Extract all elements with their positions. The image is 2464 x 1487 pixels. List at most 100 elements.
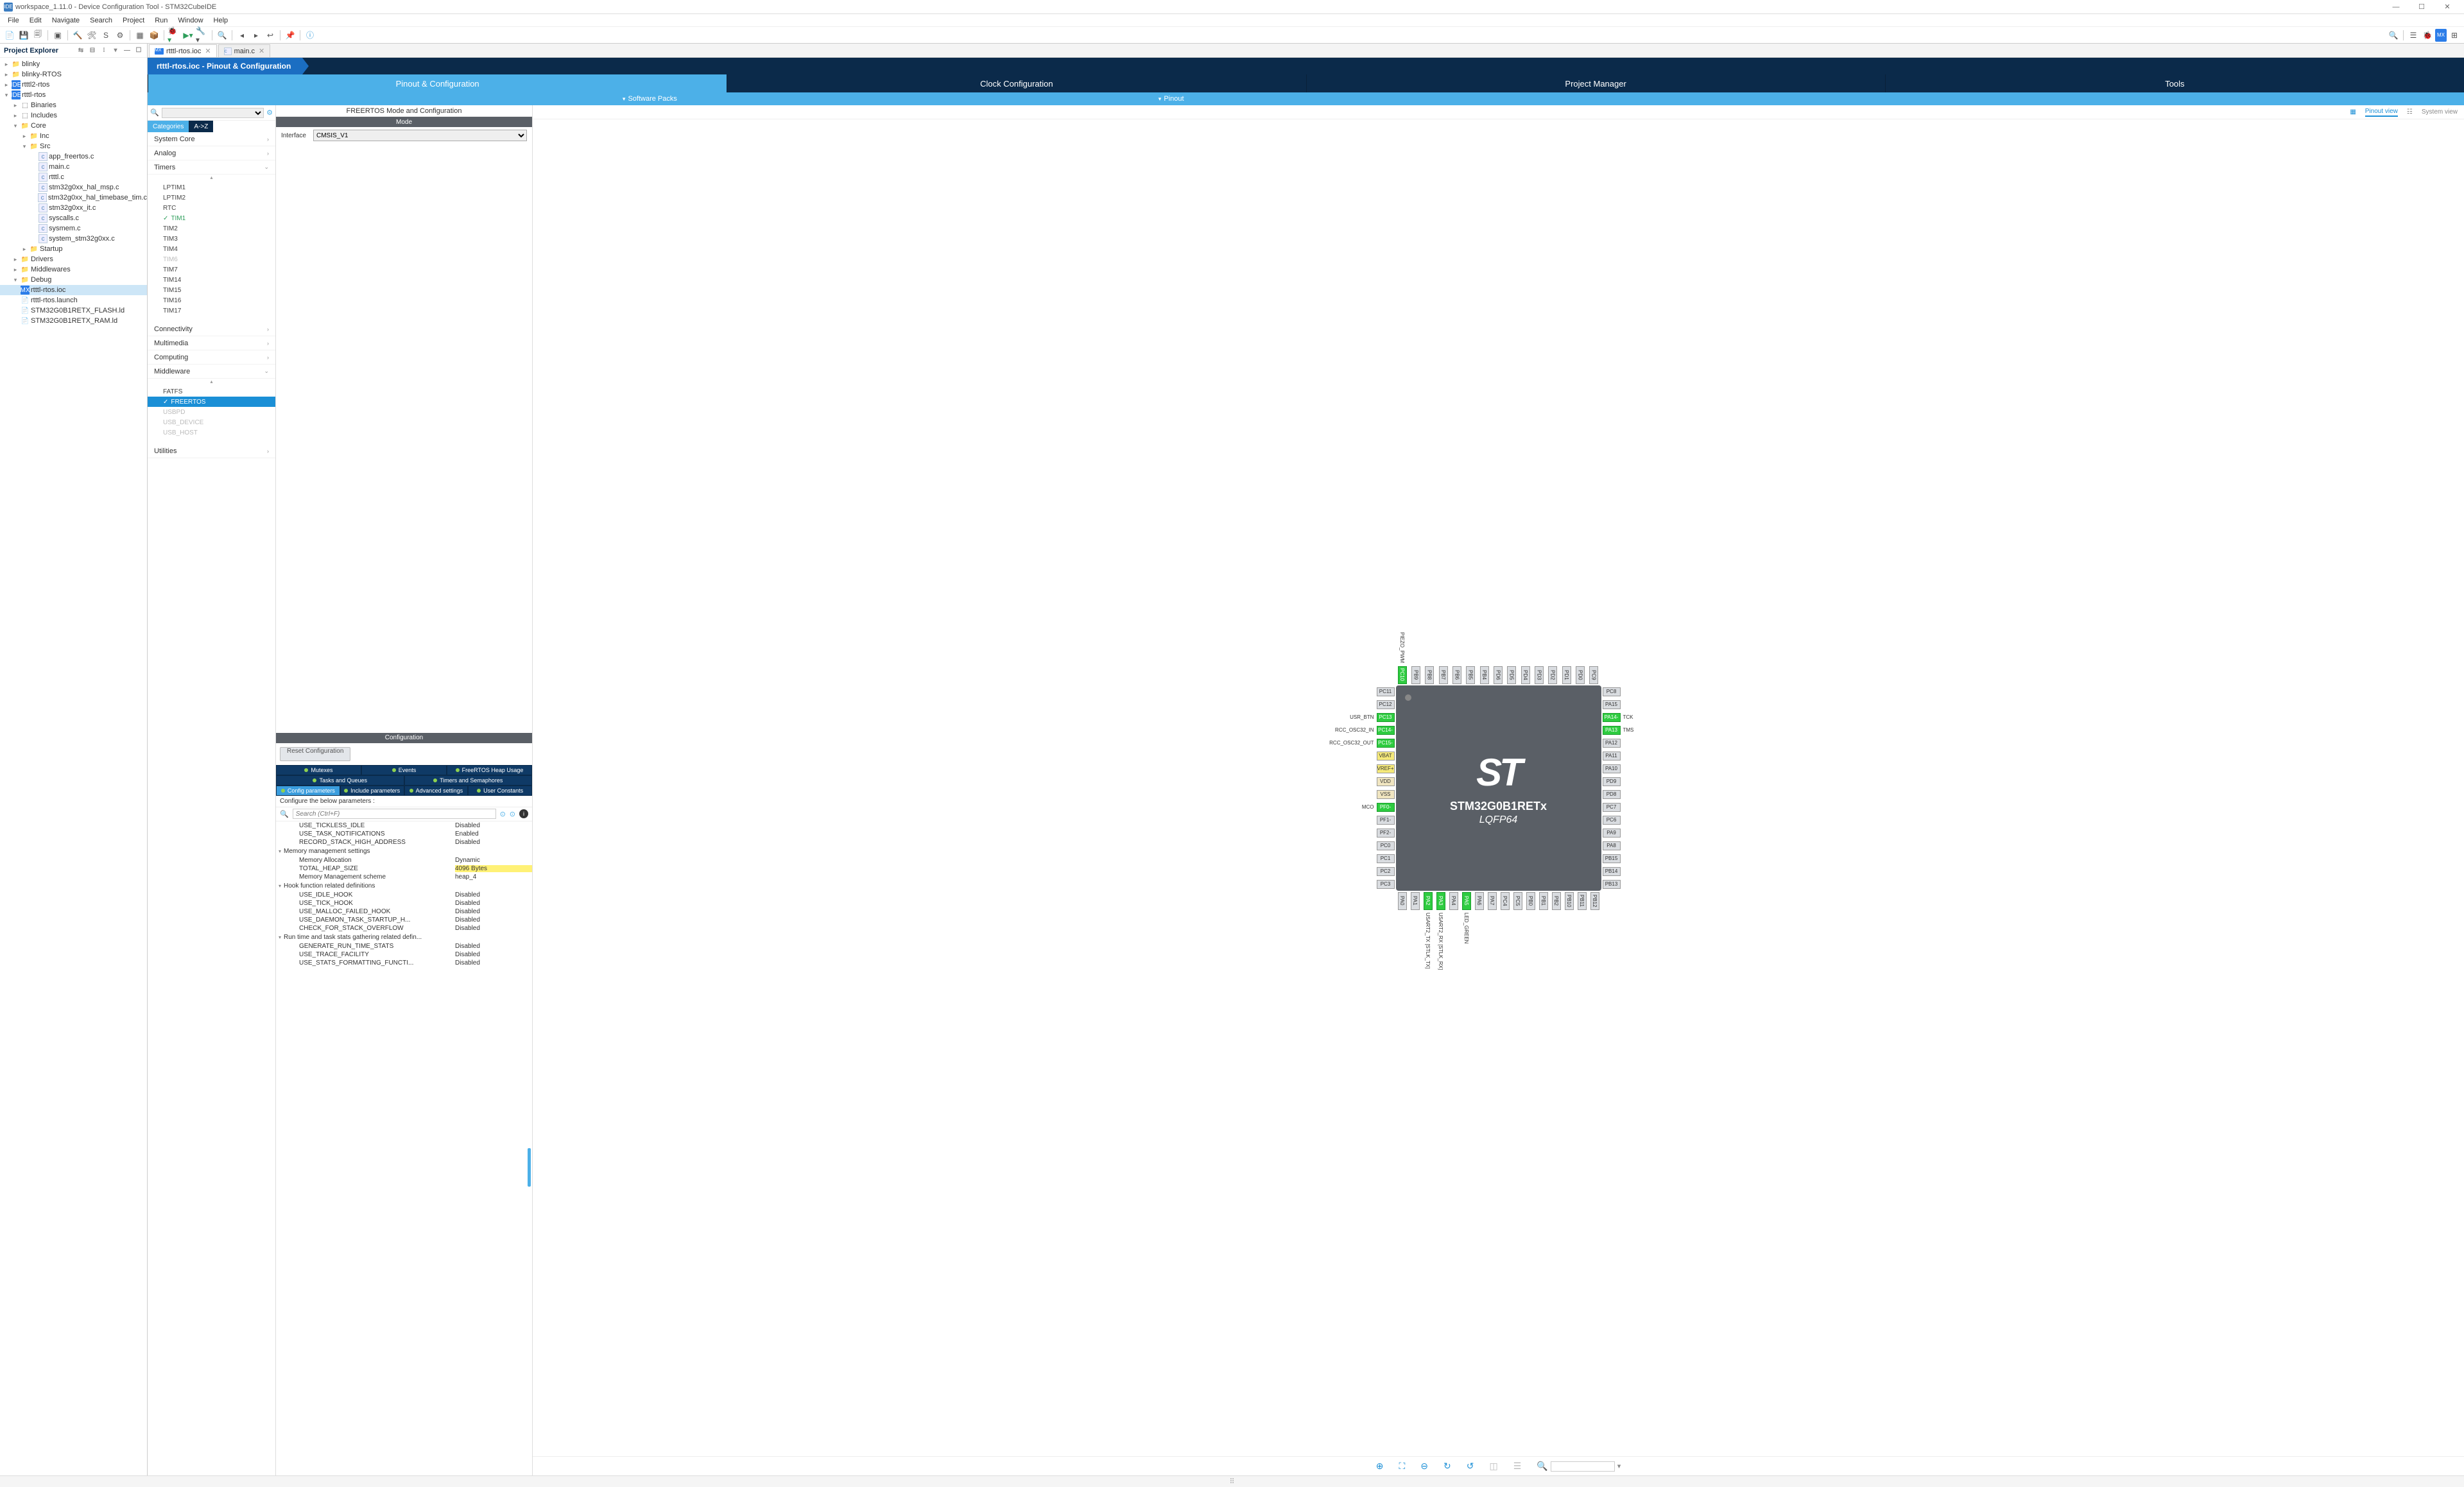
package-icon[interactable]: 📦 <box>148 29 160 42</box>
tree-item[interactable]: ▸📁blinky-RTOS <box>0 69 147 80</box>
menu-window[interactable]: Window <box>173 17 208 24</box>
expand-icon[interactable]: ▸ <box>12 266 19 273</box>
editor-tab[interactable]: MXrtttl-rtos.ioc✕ <box>149 44 217 57</box>
category-item[interactable]: USBPD <box>148 407 275 417</box>
config-subtab[interactable]: Include parameters <box>340 786 404 796</box>
param-group[interactable]: Hook function related definitions <box>276 881 532 891</box>
layout-icon[interactable]: ◫ <box>1489 1461 1497 1472</box>
category-item[interactable]: TIM3 <box>148 234 275 244</box>
rotate-ccw-icon[interactable]: ↺ <box>1467 1461 1474 1472</box>
pin[interactable]: PA4 <box>1449 892 1458 910</box>
config-tab[interactable]: Clock Configuration <box>727 74 1305 92</box>
scrollbar-thumb[interactable] <box>528 1148 531 1187</box>
category-item[interactable]: USB_HOST <box>148 427 275 438</box>
pin[interactable]: PD6 <box>1494 666 1503 684</box>
drag-handle-icon[interactable]: ⠿ <box>1229 1477 1234 1486</box>
tools-icon[interactable]: 🛠 <box>85 29 98 42</box>
category-group[interactable]: Analog› <box>148 146 275 160</box>
pin[interactable]: VDD <box>1377 777 1395 786</box>
pin[interactable]: RCC_OSC32_INPC14- <box>1332 726 1394 735</box>
pin[interactable]: PB8 <box>1425 666 1434 684</box>
param-row[interactable]: USE_IDLE_HOOKDisabled <box>276 891 532 899</box>
tree-item[interactable]: csystem_stm32g0xx.c <box>0 234 147 244</box>
param-row[interactable]: RECORD_STACK_HIGH_ADDRESSDisabled <box>276 838 532 847</box>
expand-icon[interactable]: ▸ <box>21 133 28 140</box>
tree-item[interactable]: 📄STM32G0B1RETX_RAM.ld <box>0 316 147 326</box>
pin[interactable]: PA5LED_GREEN <box>1462 892 1471 946</box>
param-prev-icon[interactable]: ⊙ <box>500 810 506 818</box>
pin[interactable]: PC3 <box>1377 880 1395 889</box>
tree-item[interactable]: ▸📁Drivers <box>0 254 147 264</box>
tree-item[interactable]: 📄rtttl-rtos.launch <box>0 295 147 305</box>
collapse-icon[interactable]: ▴ <box>148 379 275 386</box>
param-search-input[interactable] <box>293 809 496 819</box>
category-group[interactable]: Connectivity› <box>148 322 275 336</box>
tree-item[interactable]: ▸⬚Includes <box>0 110 147 121</box>
category-item[interactable]: LPTIM2 <box>148 193 275 203</box>
filter-icon[interactable]: ⁝ <box>99 46 108 55</box>
category-group[interactable]: System Core› <box>148 132 275 146</box>
expand-icon[interactable]: ▸ <box>12 102 19 109</box>
config-subtab[interactable]: User Constants <box>468 786 532 796</box>
a-z-tab[interactable]: A->Z <box>189 121 213 132</box>
category-item[interactable]: FATFS <box>148 386 275 397</box>
pin[interactable]: PD3 <box>1535 666 1544 684</box>
tree-item[interactable]: cstm32g0xx_hal_timebase_tim.c <box>0 193 147 203</box>
pin[interactable]: PB6 <box>1452 666 1461 684</box>
pin[interactable]: PA6 <box>1475 892 1484 910</box>
category-item[interactable]: TIM17 <box>148 305 275 316</box>
pin[interactable]: PC9 <box>1589 666 1598 684</box>
category-group[interactable]: Timers⌄ <box>148 160 275 175</box>
pin[interactable]: PB12 <box>1590 892 1599 910</box>
tree-item[interactable]: ▸⬚Binaries <box>0 100 147 110</box>
build-icon[interactable]: 🔨 <box>71 29 84 42</box>
tree-item[interactable]: ▾IDErtttl-rtos <box>0 90 147 100</box>
tree-item[interactable]: ▸IDErtttl2-rtos <box>0 80 147 90</box>
chip-icon[interactable]: ▦ <box>134 29 146 42</box>
interface-select[interactable]: CMSIS_V1 <box>313 130 527 141</box>
collapse-icon[interactable]: ▴ <box>148 175 275 182</box>
param-row[interactable]: USE_TICK_HOOKDisabled <box>276 899 532 907</box>
config-subtab[interactable]: Events <box>361 765 447 775</box>
system-view-tab[interactable]: System view <box>2422 108 2458 116</box>
pin[interactable]: PA9 <box>1603 829 1621 838</box>
config-subtab[interactable]: Tasks and Queues <box>276 775 404 786</box>
pin[interactable]: PF1- <box>1377 816 1395 825</box>
search-icon[interactable]: 🔍 <box>280 810 289 818</box>
pin[interactable]: PB9 <box>1411 666 1420 684</box>
param-row[interactable]: USE_DAEMON_TASK_STARTUP_H...Disabled <box>276 916 532 924</box>
category-item[interactable]: TIM6 <box>148 254 275 264</box>
pin[interactable]: PB11 <box>1578 892 1587 910</box>
pin-search-input[interactable] <box>1551 1461 1615 1472</box>
pin[interactable]: PB4 <box>1480 666 1489 684</box>
rotate-cw-icon[interactable]: ↻ <box>1443 1461 1451 1472</box>
expand-icon[interactable]: ▸ <box>3 82 10 89</box>
tree-item[interactable]: MXrtttl-rtos.ioc <box>0 285 147 295</box>
tree-item[interactable]: crtttl.c <box>0 172 147 182</box>
pin[interactable]: PA2USART2_TX [STLK_TX] <box>1424 892 1433 971</box>
debug-icon[interactable]: 🐞▾ <box>168 29 180 42</box>
tree-item[interactable]: capp_freertos.c <box>0 151 147 162</box>
param-group[interactable]: Run time and task stats gathering relate… <box>276 933 532 942</box>
param-row[interactable]: USE_MALLOC_FAILED_HOOKDisabled <box>276 907 532 916</box>
stack-icon[interactable]: ☰ <box>1513 1461 1522 1472</box>
expand-icon[interactable]: ▸ <box>21 246 28 253</box>
pin[interactable]: PB13 <box>1603 880 1621 889</box>
pin[interactable]: USR_BTNPC13 <box>1347 713 1394 722</box>
expand-icon[interactable]: ▸ <box>12 256 19 263</box>
tree-item[interactable]: 📄STM32G0B1RETX_FLASH.ld <box>0 305 147 316</box>
param-row[interactable]: GENERATE_RUN_TIME_STATSDisabled <box>276 942 532 950</box>
collapse-all-icon[interactable]: ⊟ <box>88 46 97 55</box>
param-row[interactable]: TOTAL_HEAP_SIZE4096 Bytes <box>276 864 532 873</box>
prev-annotation-icon[interactable]: ◂ <box>236 29 248 42</box>
perspective-debug-icon[interactable]: 🐞 <box>2421 29 2434 42</box>
menu-search[interactable]: Search <box>85 17 117 24</box>
param-row[interactable]: USE_TICKLESS_IDLEDisabled <box>276 821 532 830</box>
param-row[interactable]: USE_TRACE_FACILITYDisabled <box>276 950 532 959</box>
search-icon[interactable]: 🔍 <box>150 108 159 117</box>
expand-icon[interactable]: ▾ <box>12 277 19 284</box>
menu-edit[interactable]: Edit <box>24 17 47 24</box>
config-subtab[interactable]: Mutexes <box>276 765 361 775</box>
pin[interactable]: PA11 <box>1603 752 1621 761</box>
expand-icon[interactable]: ▸ <box>12 112 19 119</box>
